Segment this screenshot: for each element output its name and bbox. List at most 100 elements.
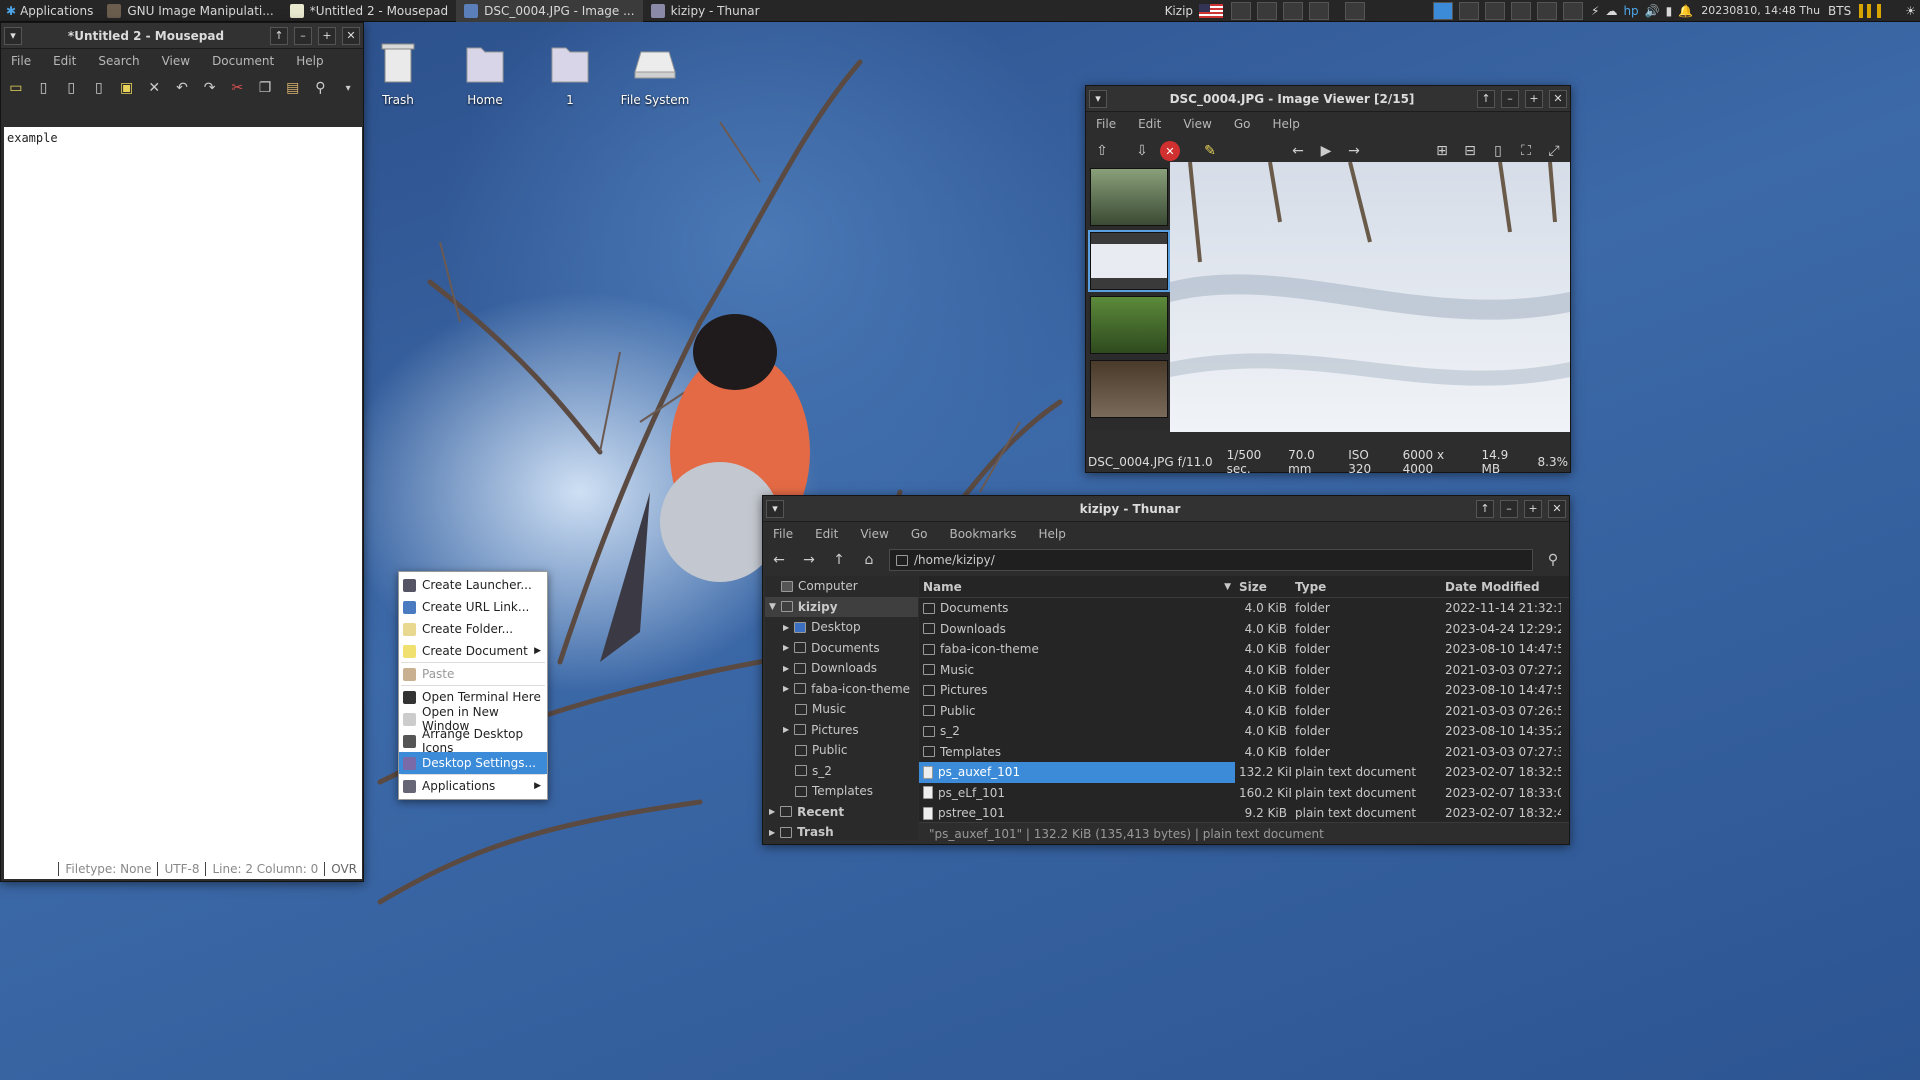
edit-icon[interactable]: ✎	[1200, 141, 1220, 161]
zoom-100-icon[interactable]: ▯	[1488, 141, 1508, 161]
sidebar-item-public[interactable]: Public	[765, 740, 918, 761]
close-document-icon[interactable]: ✕	[145, 78, 163, 98]
file-row[interactable]: ps_eLf_101 160.2 KiB plain text document 20…	[919, 783, 1569, 804]
close-icon[interactable]: ✕	[1160, 141, 1180, 161]
network-icon[interactable]: ⚡	[1591, 4, 1599, 18]
volume-icon[interactable]: 🔊	[1645, 4, 1660, 18]
window-close-button[interactable]: ✕	[1549, 89, 1567, 108]
column-header-date[interactable]: Date Modified	[1441, 580, 1561, 594]
taskbar-item-image-viewer[interactable]: DSC_0004.JPG - Image ...	[456, 0, 643, 22]
back-arrow-icon[interactable]: ←	[769, 550, 789, 570]
taskbar-item-gimp[interactable]: GNU Image Manipulati...	[99, 0, 281, 22]
window-minimize-button[interactable]: –	[1501, 89, 1519, 108]
menu-view[interactable]: View	[856, 525, 892, 543]
file-row[interactable]: ps_auxef_101 132.2 KiB plain text document…	[919, 762, 1569, 783]
cpu-graph-icon[interactable]	[1859, 3, 1900, 18]
home-icon[interactable]	[1345, 1, 1366, 20]
chevron-right-icon[interactable]: ▶	[783, 623, 789, 632]
context-menu-item-desktop-settings[interactable]: Desktop Settings...	[399, 752, 547, 774]
window-stick-button[interactable]: ↑	[1476, 499, 1494, 518]
sidebar-item-downloads[interactable]: ▶ Downloads	[765, 658, 918, 679]
window-menu-button[interactable]: ▾	[766, 499, 784, 518]
save-icon[interactable]: ▯	[90, 78, 108, 98]
column-header-type[interactable]: Type	[1291, 580, 1441, 594]
text-editor[interactable]: example	[4, 127, 362, 879]
sidebar-item-documents[interactable]: ▶ Documents	[765, 638, 918, 659]
chevron-down-icon[interactable]: ▾	[339, 78, 357, 98]
notification-icon[interactable]: 🔔	[1678, 4, 1693, 18]
applications-menu-button[interactable]: ✱ Applications	[0, 0, 99, 22]
open-file-icon[interactable]: ▯	[62, 78, 80, 98]
window-maximize-button[interactable]: +	[1525, 89, 1543, 108]
sidebar-item-music[interactable]: Music	[765, 699, 918, 720]
window-maximize-button[interactable]: +	[1524, 499, 1542, 518]
menu-help[interactable]: Help	[292, 52, 327, 70]
sidebar-item-recent[interactable]: ▶ Recent	[765, 802, 918, 823]
window-minimize-button[interactable]: –	[1500, 499, 1518, 518]
file-row[interactable]: Music 4.0 KiB folder 2021-03-03 07:27:23	[919, 660, 1569, 681]
window-close-button[interactable]: ✕	[342, 26, 360, 45]
thumbnail[interactable]	[1090, 360, 1168, 418]
chevron-right-icon[interactable]: ▶	[783, 664, 789, 673]
chevron-right-icon[interactable]: ▶	[769, 807, 775, 816]
sidebar-item-desktop[interactable]: ▶ Desktop	[765, 617, 918, 638]
window-stick-button[interactable]: ↑	[1477, 89, 1495, 108]
menu-help[interactable]: Help	[1035, 525, 1070, 543]
menu-file[interactable]: File	[769, 525, 797, 543]
column-header-name[interactable]: Name ▼	[919, 576, 1235, 597]
save-as-icon[interactable]: ▣	[118, 78, 136, 98]
file-row[interactable]: faba-icon-theme 4.0 KiB folder 2023-08-10 1…	[919, 639, 1569, 660]
desktop-icon-filesystem[interactable]: File System	[605, 42, 705, 107]
chevron-down-icon[interactable]: ▼	[769, 602, 776, 612]
file-row[interactable]: pstree_101 9.2 KiB plain text document 2023…	[919, 803, 1569, 824]
menu-search[interactable]: Search	[94, 52, 143, 70]
chevron-right-icon[interactable]: ▶	[783, 643, 789, 652]
workspace-3[interactable]	[1485, 1, 1506, 20]
context-menu-item-create-launcher[interactable]: Create Launcher...	[399, 574, 547, 596]
terminal-icon[interactable]	[1283, 1, 1304, 20]
workspace-6[interactable]	[1563, 1, 1584, 20]
redo-icon[interactable]: ↷	[201, 78, 219, 98]
thumbnail-selected[interactable]	[1088, 230, 1170, 292]
window-menu-button[interactable]: ▾	[4, 26, 22, 45]
column-header-size[interactable]: Size	[1235, 580, 1291, 594]
file-row[interactable]: s_2 4.0 KiB folder 2023-08-10 14:35:27	[919, 721, 1569, 742]
zoom-out-icon[interactable]: ⊟	[1460, 141, 1480, 161]
file-row[interactable]: Documents 4.0 KiB folder 2022-11-14 21:32:1…	[919, 598, 1569, 619]
forward-arrow-icon[interactable]: →	[1344, 141, 1364, 161]
file-row[interactable]: Templates 4.0 KiB folder 2021-03-03 07:27:3…	[919, 742, 1569, 763]
menu-bookmarks[interactable]: Bookmarks	[945, 525, 1020, 543]
cloud-icon[interactable]: ☁	[1605, 4, 1617, 18]
sidebar-item-computer[interactable]: Computer	[765, 576, 918, 597]
sidebar-item-faba-icon-theme[interactable]: ▶ faba-icon-theme	[765, 679, 918, 700]
sidebar-item-home[interactable]: ▼ kizipy	[765, 596, 918, 617]
open-icon[interactable]: ⇧	[1092, 141, 1112, 161]
context-menu-item-create-url-link[interactable]: Create URL Link...	[399, 596, 547, 618]
zoom-in-icon[interactable]: ⊞	[1432, 141, 1452, 161]
chevron-right-icon[interactable]: ▶	[769, 828, 775, 837]
window-maximize-button[interactable]: +	[318, 26, 336, 45]
sidebar-item-templates[interactable]: Templates	[765, 781, 918, 802]
window-minimize-button[interactable]: –	[294, 26, 312, 45]
workspace-5[interactable]	[1537, 1, 1558, 20]
new-window-icon[interactable]: ▯	[35, 78, 53, 98]
launcher-icon[interactable]	[1231, 1, 1252, 20]
undo-icon[interactable]: ↶	[173, 78, 191, 98]
menu-view[interactable]: View	[158, 52, 194, 70]
printer-icon[interactable]: hp	[1623, 4, 1638, 18]
weather-icon[interactable]: ☀	[1905, 4, 1916, 18]
workspace-4[interactable]	[1511, 1, 1532, 20]
menu-edit[interactable]: Edit	[811, 525, 842, 543]
file-row[interactable]: Public 4.0 KiB folder 2021-03-03 07:26:51	[919, 701, 1569, 722]
search-icon[interactable]: ⚲	[1543, 550, 1563, 570]
zoom-fit-icon[interactable]: ⛶	[1516, 141, 1536, 161]
thunar-titlebar[interactable]: ▾ kizipy - Thunar ↑ – + ✕	[763, 496, 1569, 522]
search-icon[interactable]: ⚲	[312, 78, 330, 98]
menu-view[interactable]: View	[1179, 115, 1215, 133]
keyboard-layout-indicator[interactable]: Kizip	[1161, 0, 1227, 22]
context-menu-item-create-folder[interactable]: Create Folder...	[399, 618, 547, 640]
main-image[interactable]	[1170, 162, 1570, 432]
keyboard-indicator[interactable]: BTS	[1824, 0, 1855, 22]
context-menu-item-applications[interactable]: Applications ▶	[399, 775, 547, 797]
mousepad-titlebar[interactable]: ▾ *Untitled 2 - Mousepad ↑ – + ✕	[1, 23, 363, 49]
